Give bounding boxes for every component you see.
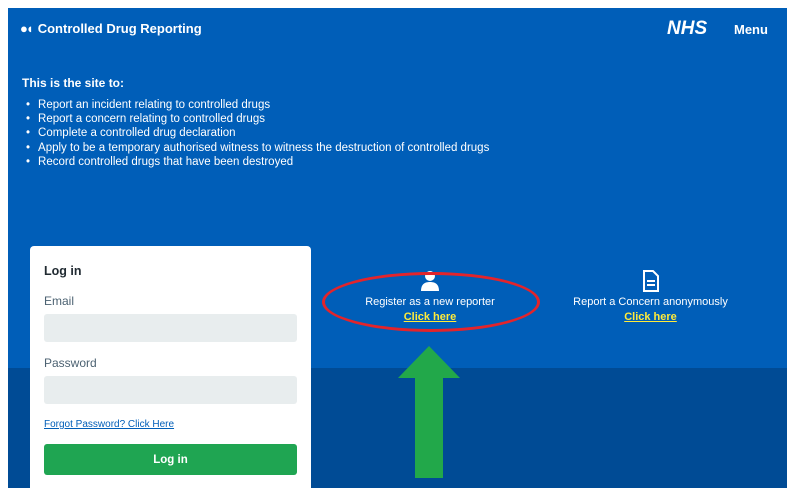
list-item: Report an incident relating to controlle… (26, 98, 489, 112)
menu-button[interactable]: Menu (734, 22, 768, 37)
concern-label: Report a Concern anonymously (573, 296, 728, 308)
document-icon (642, 270, 659, 292)
list-item: Complete a controlled drug declaration (26, 126, 489, 140)
forgot-password-link[interactable]: Forgot Password? Click Here (44, 419, 174, 430)
login-card: Log in Email Password Forgot Password? C… (30, 246, 311, 488)
email-label: Email (44, 294, 75, 308)
intro-list: Report an incident relating to controlle… (26, 98, 489, 169)
nhs-logo[interactable]: NHS (667, 18, 707, 40)
list-item: Report a concern relating to controlled … (26, 112, 489, 126)
list-item: Record controlled drugs that have been d… (26, 155, 489, 169)
email-field[interactable] (44, 314, 297, 342)
list-item: Apply to be a temporary authorised witne… (26, 141, 489, 155)
brand[interactable]: ●◖ Controlled Drug Reporting (20, 21, 202, 36)
people-icon: ●◖ (20, 21, 34, 36)
page-frame: ●◖ Controlled Drug Reporting NHS Menu Th… (8, 8, 787, 488)
login-title: Log in (44, 264, 82, 278)
highlight-ellipse (322, 272, 540, 332)
password-field[interactable] (44, 376, 297, 404)
concern-link[interactable]: Click here (548, 311, 753, 323)
password-label: Password (44, 356, 97, 370)
up-arrow-icon (398, 346, 460, 478)
login-button[interactable]: Log in (44, 444, 297, 475)
site-header: ●◖ Controlled Drug Reporting NHS Menu (8, 8, 787, 48)
brand-title: Controlled Drug Reporting (37, 21, 202, 36)
intro-heading: This is the site to: (22, 76, 125, 90)
concern-option: Report a Concern anonymously Click here (548, 270, 753, 323)
